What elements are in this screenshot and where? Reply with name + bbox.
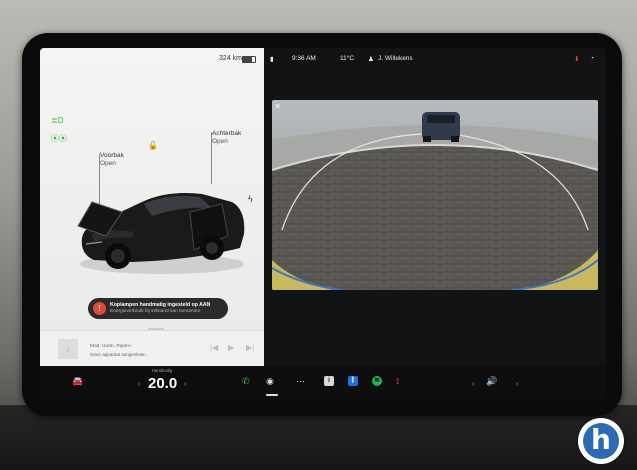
wifi-icon[interactable]: ◔ [590, 55, 594, 62]
info-icon[interactable]: i [324, 376, 334, 386]
cabin-temperature[interactable]: 20.0 [148, 375, 177, 392]
joystick-icon[interactable]: ⟟ [396, 376, 399, 387]
media-player: ♪ Mod. Uurtn. Ripen+ Geen apparaat aange… [40, 330, 264, 367]
warning-icon: ! [93, 302, 106, 315]
close-icon[interactable]: × [275, 101, 280, 111]
clock: 9:36 AM [292, 55, 316, 62]
alert-title: Koplampen handmatig ingesteld op AAN [110, 302, 211, 308]
camera-feed [272, 100, 598, 290]
frunk-title: Voorbak [100, 152, 124, 159]
trunk-title: Achterbak [212, 130, 242, 137]
volume-down-arrow[interactable]: ‹ [472, 381, 474, 388]
status-bar: ▮ 9:36 AM 11°C ♟ J. Willekens ⬇ ◔ [264, 48, 606, 70]
rear-camera-view[interactable]: × [272, 100, 598, 290]
download-icon[interactable]: ⬇ [574, 55, 579, 63]
media-subtitle: Geen apparaat aangesloten [90, 352, 146, 357]
temp-mode-label: Handmatig [152, 368, 173, 373]
range-readout: 324 km [219, 55, 242, 62]
trunk-state[interactable]: Open [212, 138, 228, 145]
trunk-label[interactable]: Achterbak Open [212, 130, 241, 146]
outside-temperature: 11°C [340, 55, 355, 62]
parking-light-icon[interactable]: ⦿⦿ [51, 133, 67, 144]
temp-up-arrow[interactable]: › [184, 381, 186, 388]
camera-icon[interactable]: ◉ [266, 376, 274, 387]
temp-down-arrow[interactable]: ‹ [138, 381, 140, 388]
watermark-logo: h [578, 418, 624, 464]
previous-track-button[interactable]: |◀ [210, 343, 218, 352]
battery-icon [242, 56, 256, 63]
play-button[interactable]: ▶ [228, 343, 234, 352]
taskbar: 🚘 ‹ Handmatig 20.0 › ✆ ◉ ⋯ i ᛒ ≋ ⟟ ‹ 🔊 › [40, 366, 606, 399]
volume-icon[interactable]: 🔊 [486, 376, 497, 387]
lock-icon[interactable]: 🔓 [148, 141, 158, 150]
media-title: Mod. Uurtn. Ripen+ [90, 344, 132, 349]
frunk-state[interactable]: Open [100, 160, 116, 167]
tire-icon[interactable]: ▮ [270, 55, 274, 63]
car-illustration[interactable] [72, 176, 252, 276]
touchscreen: 324 km ≣D ⦿⦿ Voorbak Open Achterbak Open… [40, 48, 606, 399]
music-note-icon: ♪ [58, 339, 78, 359]
headlight-icon[interactable]: ≣D [51, 116, 63, 125]
volume-up-arrow[interactable]: › [516, 381, 518, 388]
profile-name[interactable]: J. Willekens [378, 55, 413, 62]
spotify-icon[interactable]: ≋ [372, 376, 382, 386]
next-track-button[interactable]: ▶| [246, 343, 254, 352]
active-app-indicator [266, 394, 278, 396]
phone-icon[interactable]: ✆ [242, 376, 250, 387]
alert-subtitle: Energieverbruik bij stilstand kan toenem… [110, 309, 201, 314]
car-icon[interactable]: 🚘 [72, 376, 83, 387]
car-status-panel: 324 km ≣D ⦿⦿ Voorbak Open Achterbak Open… [40, 48, 264, 367]
bluetooth-icon[interactable]: ᛒ [348, 376, 358, 386]
headlight-alert[interactable]: ! Koplampen handmatig ingesteld op AAN E… [88, 298, 228, 319]
dots-icon[interactable]: ⋯ [296, 376, 305, 387]
frunk-label[interactable]: Voorbak Open [100, 152, 124, 168]
profile-icon[interactable]: ♟ [368, 55, 374, 63]
